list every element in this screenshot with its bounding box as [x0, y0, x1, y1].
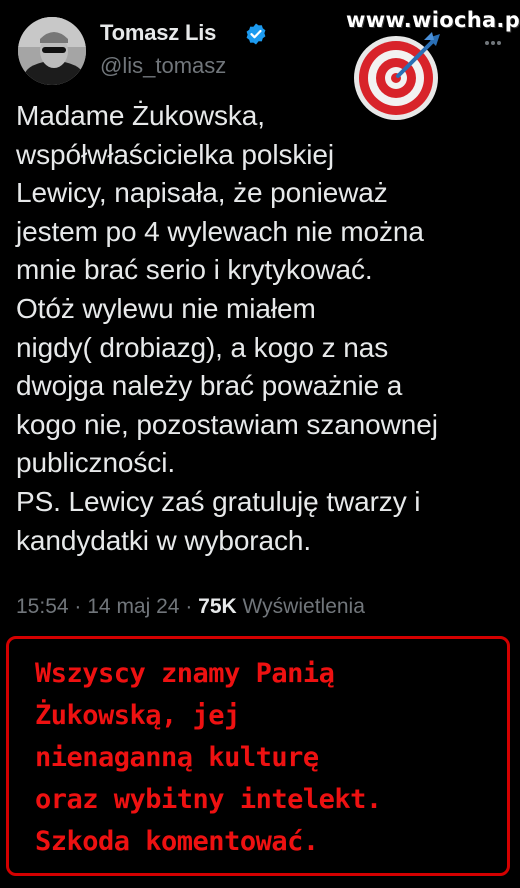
more-options-dot [491, 41, 495, 45]
views-count[interactable]: 75K [198, 595, 237, 618]
views-label: Wyświetlenia [242, 595, 365, 618]
author-handle[interactable]: @lis_tomasz [100, 53, 226, 79]
tweet-time[interactable]: 15:54 [16, 595, 69, 618]
comment-box: Wszyscy znamy Panią Żukowską, jej nienag… [6, 636, 510, 876]
author-name[interactable]: Tomasz Lis [100, 20, 216, 46]
tweet-body: Madame Żukowska, współwłaścicielka polsk… [16, 100, 438, 556]
meta-separator: · [185, 595, 193, 618]
comment-text: Wszyscy znamy Panią Żukowską, jej nienag… [35, 658, 382, 857]
tweet-date[interactable]: 14 maj 24 [87, 595, 179, 618]
avatar[interactable] [18, 17, 86, 85]
more-options-dot [497, 41, 501, 45]
more-options-icon[interactable] [484, 32, 506, 46]
tweet-meta: 15:54 · 14 maj 24 · 75K Wyświetlenia [16, 595, 365, 619]
verified-badge-icon [246, 23, 266, 45]
tweet-card: Tomasz Lis @lis_tomasz www.wiocha.pl Mad… [0, 0, 520, 634]
site-watermark: www.wiocha.pl [346, 8, 520, 32]
screenshot: Tomasz Lis @lis_tomasz www.wiocha.pl Mad… [0, 0, 520, 888]
avatar-photo [18, 17, 86, 85]
meta-separator: · [74, 595, 82, 618]
more-options-dot [485, 41, 489, 45]
